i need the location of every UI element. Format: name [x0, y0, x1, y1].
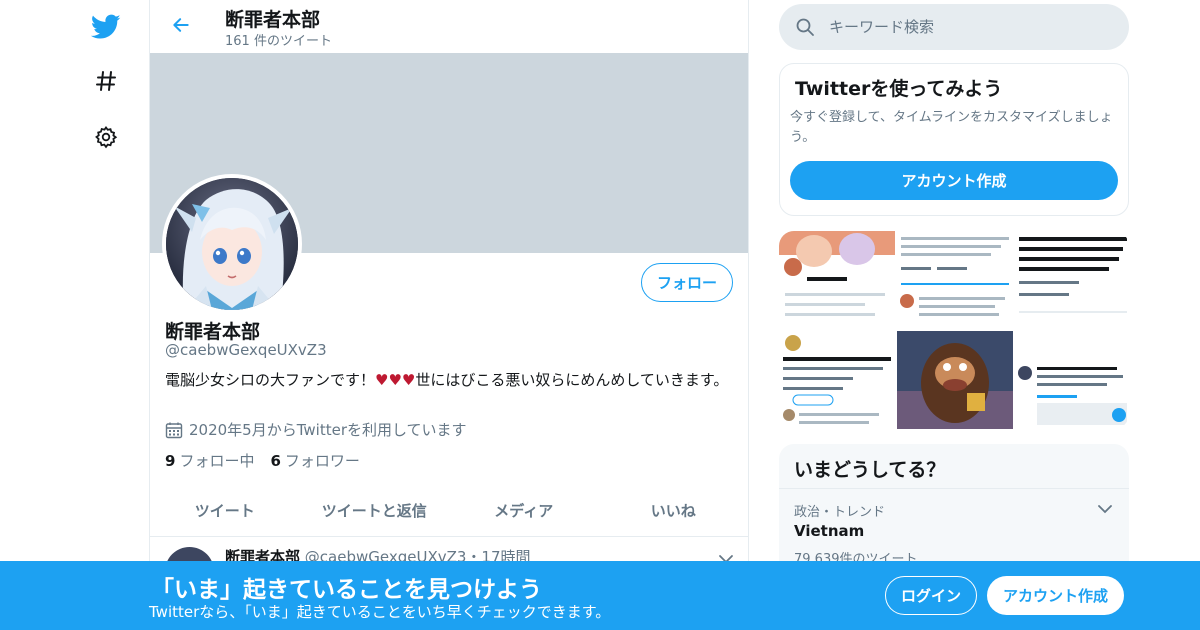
bio-text: 電脳少女シロの大ファンです！ — [165, 371, 376, 389]
bottom-bar-subtitle: Twitterなら、「いま」起きていることをいち早くチェックできます。 — [149, 603, 611, 621]
signup-title: Twitterを使ってみよう — [795, 78, 1003, 100]
gear-icon — [95, 125, 118, 149]
bottom-bar-title: 「いま」起きていることを見つけよう — [151, 577, 542, 603]
explore-link[interactable] — [86, 61, 126, 101]
main-column: 断罪者本部 161 件のツイート フォロー 断罪者本部 @caebwGexqeU… — [149, 0, 749, 630]
profile-name: 断罪者本部 — [165, 321, 261, 343]
signup-description: 今すぐ登録して、タイムラインをカスタマイズしましょう。 — [790, 110, 1113, 145]
media-thumbnail[interactable] — [1015, 331, 1129, 429]
following-count: 9 — [165, 452, 176, 470]
create-account-button[interactable]: アカウント作成 — [790, 161, 1118, 200]
twitter-profile-page: 断罪者本部 161 件のツイート フォロー 断罪者本部 @caebwGexqeU… — [0, 0, 1200, 630]
profile-handle: @caebwGexqeUXvZ3 — [165, 341, 327, 359]
followers-label: フォロワー — [284, 452, 360, 470]
twitter-bird-icon — [91, 14, 121, 39]
tab-media[interactable]: メディア — [449, 484, 599, 536]
back-button[interactable] — [166, 10, 196, 40]
trends-title: いまどうしてる？ — [794, 459, 946, 481]
follow-stats: 9 フォロー中 6 フォロワー — [165, 450, 360, 471]
settings-link[interactable] — [86, 117, 126, 157]
chevron-down-icon[interactable] — [1095, 499, 1115, 519]
followers-count: 6 — [270, 452, 281, 470]
signup-card: Twitterを使ってみよう 今すぐ登録して、タイムラインをカスタマイズしましょ… — [779, 63, 1129, 216]
search-icon — [796, 18, 814, 36]
media-thumbnail[interactable] — [779, 231, 895, 329]
followers-link[interactable]: 6 フォロワー — [270, 450, 359, 471]
hashtag-icon — [96, 71, 116, 91]
profile-bio: 電脳少女シロの大ファンです！♥♥♥世にはびこる悪い奴らにめんめしていきます。 — [165, 370, 735, 390]
avatar-illustration — [166, 178, 298, 310]
page-title: 断罪者本部 — [225, 9, 321, 31]
profile-avatar[interactable] — [162, 174, 302, 314]
calendar-icon — [165, 422, 183, 438]
login-button[interactable]: ログイン — [885, 576, 977, 615]
twitter-home-link[interactable] — [86, 7, 126, 47]
bottom-signup-bar: 「いま」起きていることを見つけよう Twitterなら、「いま」起きていることを… — [0, 561, 1200, 630]
media-thumbnail[interactable] — [897, 231, 1013, 329]
search-bar[interactable] — [779, 4, 1129, 50]
trend-category: 政治・トレンド — [794, 505, 886, 520]
joined-date: 2020年5月からTwitterを利用しています — [165, 419, 467, 440]
media-thumbnail[interactable] — [897, 331, 1013, 429]
arrow-left-icon — [173, 18, 189, 32]
tab-tweets-and-replies[interactable]: ツイートと返信 — [300, 484, 450, 536]
profile-header: 断罪者本部 161 件のツイート — [150, 0, 748, 53]
heart-emoji: ♥♥♥ — [375, 371, 416, 389]
trend-name: Vietnam — [794, 522, 865, 540]
search-input[interactable] — [829, 4, 1109, 50]
joined-text: 2020年5月からTwitterを利用しています — [189, 421, 467, 439]
following-link[interactable]: 9 フォロー中 — [165, 450, 254, 471]
media-thumbnail[interactable] — [779, 331, 895, 429]
tweet-count: 161 件のツイート — [225, 34, 332, 49]
profile-tabs: ツイート ツイートと返信 メディア いいね — [150, 484, 748, 537]
signup-button[interactable]: アカウント作成 — [987, 576, 1124, 615]
bio-text-continued: 世にはびこる悪い奴らにめんめしていきます。 — [415, 371, 729, 389]
tab-tweets[interactable]: ツイート — [150, 484, 300, 536]
follow-button[interactable]: フォロー — [641, 263, 733, 302]
media-thumbnail[interactable] — [1015, 231, 1129, 329]
media-grid — [779, 231, 1129, 429]
tab-likes[interactable]: いいね — [599, 484, 749, 536]
following-label: フォロー中 — [179, 452, 255, 470]
